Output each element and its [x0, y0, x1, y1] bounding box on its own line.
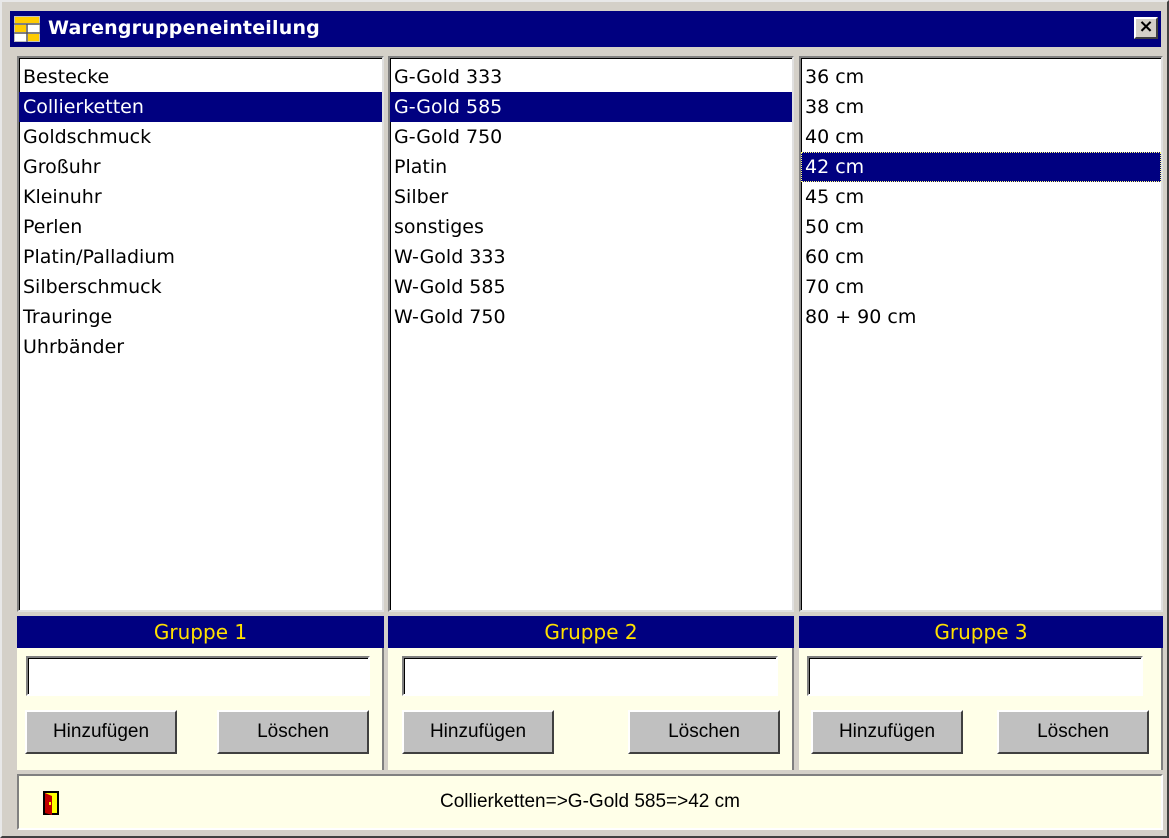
list-item[interactable]: Uhrbänder — [19, 332, 382, 362]
group2-input[interactable] — [402, 656, 778, 696]
group1-delete-button[interactable]: Löschen — [217, 710, 369, 754]
main-window: Warengruppeneinteilung × Bestecke Collier… — [0, 0, 1169, 838]
list-item[interactable]: 40 cm — [801, 122, 1161, 152]
close-button[interactable]: × — [1134, 17, 1158, 39]
group2-list[interactable]: G-Gold 333 G-Gold 585 G-Gold 750 Platin Silb… — [388, 56, 794, 612]
list-item[interactable]: Platin — [390, 152, 792, 182]
list-item[interactable]: W-Gold 333 — [390, 242, 792, 272]
list-item[interactable]: Großuhr — [19, 152, 382, 182]
group2-panel: Hinzufügen Löschen — [388, 648, 794, 770]
group3-panel: Hinzufügen Löschen — [799, 648, 1163, 770]
group3-add-button[interactable]: Hinzufügen — [811, 710, 963, 754]
list-item[interactable]: Kleinuhr — [19, 182, 382, 212]
group1-input[interactable] — [26, 656, 370, 696]
list-item[interactable]: Bestecke — [19, 62, 382, 92]
group1-panel: Hinzufügen Löschen — [17, 648, 384, 770]
group3-delete-button[interactable]: Löschen — [997, 710, 1149, 754]
selection-path-text: Collierketten=>G-Gold 585=>42 cm — [440, 791, 740, 812]
list-item[interactable]: 50 cm — [801, 212, 1161, 242]
group2-delete-button[interactable]: Löschen — [628, 710, 780, 754]
list-item[interactable]: Silber — [390, 182, 792, 212]
group3-header: Gruppe 3 — [799, 616, 1163, 648]
list-item[interactable]: 36 cm — [801, 62, 1161, 92]
status-bar: Collierketten=>G-Gold 585=>42 cm — [17, 774, 1163, 830]
app-icon — [14, 16, 40, 42]
group3-list[interactable]: 36 cm 38 cm 40 cm 42 cm 45 cm 50 cm 60 cm 70 cm… — [799, 56, 1163, 612]
group1-list[interactable]: Bestecke Collierketten Goldschmuck Großuhr K… — [17, 56, 384, 612]
list-item[interactable]: 60 cm — [801, 242, 1161, 272]
group2-header: Gruppe 2 — [388, 616, 794, 648]
window-title: Warengruppeneinteilung — [48, 17, 320, 39]
list-item[interactable]: G-Gold 750 — [390, 122, 792, 152]
list-item[interactable]: Collierketten — [19, 92, 382, 122]
list-item[interactable]: Silberschmuck — [19, 272, 382, 302]
list-item[interactable]: W-Gold 585 — [390, 272, 792, 302]
list-item[interactable]: 80 + 90 cm — [801, 302, 1161, 332]
title-bar[interactable]: Warengruppeneinteilung × — [10, 11, 1161, 47]
list-item[interactable]: 70 cm — [801, 272, 1161, 302]
list-item[interactable]: 38 cm — [801, 92, 1161, 122]
group2-add-button[interactable]: Hinzufügen — [402, 710, 554, 754]
list-item[interactable]: sonstiges — [390, 212, 792, 242]
group1-header: Gruppe 1 — [17, 616, 384, 648]
list-item[interactable]: Platin/Palladium — [19, 242, 382, 272]
group1-add-button[interactable]: Hinzufügen — [25, 710, 177, 754]
group3-input[interactable] — [807, 656, 1143, 696]
list-item[interactable]: Goldschmuck — [19, 122, 382, 152]
list-item[interactable]: 45 cm — [801, 182, 1161, 212]
list-item[interactable]: G-Gold 585 — [390, 92, 792, 122]
list-item[interactable]: W-Gold 750 — [390, 302, 792, 332]
list-item[interactable]: Trauringe — [19, 302, 382, 332]
list-item[interactable]: G-Gold 333 — [390, 62, 792, 92]
list-item[interactable]: 42 cm — [801, 152, 1161, 182]
list-item[interactable]: Perlen — [19, 212, 382, 242]
